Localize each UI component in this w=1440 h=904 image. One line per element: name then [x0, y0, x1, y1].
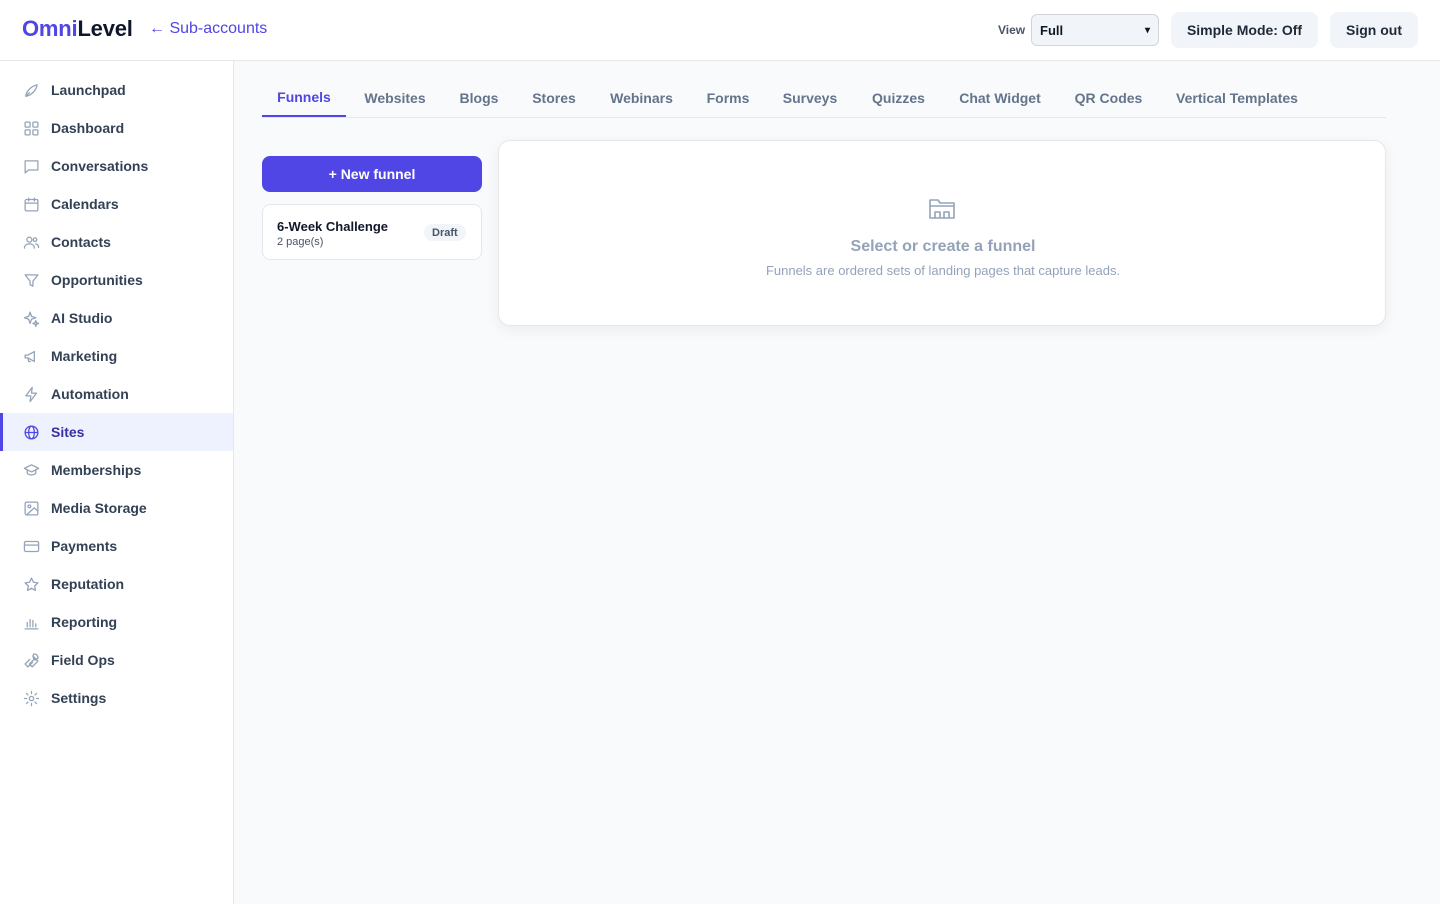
- sidebar-item-calendars[interactable]: Calendars: [0, 185, 233, 223]
- top-header: OmniLevel ← Sub-accounts View Full ▾ Sim…: [0, 0, 1440, 61]
- sidebar-item-opportunities[interactable]: Opportunities: [0, 261, 233, 299]
- brand-logo[interactable]: OmniLevel: [22, 16, 133, 42]
- sidebar-item-marketing[interactable]: Marketing: [0, 337, 233, 375]
- sidebar-item-automation[interactable]: Automation: [0, 375, 233, 413]
- sidebar-item-field-ops[interactable]: Field Ops: [0, 641, 233, 679]
- brand-logo-part1: Omni: [22, 16, 78, 41]
- gear-icon: [23, 690, 40, 707]
- sidebar-item-label: Marketing: [51, 348, 118, 364]
- wrench-icon: [24, 653, 39, 668]
- simple-mode-toggle[interactable]: Simple Mode: Off: [1171, 12, 1318, 48]
- sidebar-item-ai-studio[interactable]: AI Studio: [0, 299, 233, 337]
- status-badge: Draft: [424, 224, 466, 241]
- funnel-list-item[interactable]: 6-Week Challenge 2 page(s) Draft: [262, 204, 482, 260]
- view-label: View: [998, 23, 1026, 37]
- chevron-down-icon: ▾: [1144, 24, 1150, 36]
- sidebar-item-conversations[interactable]: Conversations: [0, 147, 233, 185]
- sidebar-item-label: Reputation: [51, 576, 125, 592]
- funnel-name: 6-Week Challenge: [277, 219, 389, 234]
- view-select-value: Full: [1040, 22, 1064, 38]
- sidebar-item-label: Dashboard: [51, 120, 125, 136]
- megaphone-icon: [24, 350, 35, 363]
- tab-webinars[interactable]: Webinars: [596, 78, 687, 118]
- tab-funnels[interactable]: Funnels: [262, 78, 346, 117]
- users-icon: [23, 236, 40, 249]
- empty-state-subtitle: Funnels are ordered sets of landing page…: [765, 263, 1121, 278]
- sparkles-icon: [23, 311, 40, 327]
- filter-icon: [24, 274, 39, 287]
- calendar-icon: [24, 197, 39, 212]
- empty-state-title: Select or create a funnel: [850, 238, 1036, 255]
- view-select[interactable]: Full ▾: [1031, 14, 1159, 46]
- sidebar-item-memberships[interactable]: Memberships: [0, 451, 233, 489]
- folder-icon: [929, 199, 955, 219]
- sidebar-item-media-storage[interactable]: Media Storage: [0, 489, 233, 527]
- credit-card-icon: [23, 540, 40, 553]
- back-to-sub-accounts-link[interactable]: ← Sub-accounts: [149, 20, 267, 38]
- sidebar-item-sites[interactable]: Sites: [0, 413, 233, 451]
- sidebar-item-label: AI Studio: [51, 310, 113, 326]
- sidebar-item-launchpad[interactable]: Launchpad: [0, 71, 233, 109]
- sidebar-item-label: Settings: [51, 690, 107, 706]
- tab-websites[interactable]: Websites: [352, 78, 438, 118]
- tab-quizzes[interactable]: Quizzes: [859, 78, 938, 118]
- chat-icon: [24, 160, 39, 174]
- sidebar-item-reporting[interactable]: Reporting: [0, 603, 233, 641]
- sidebar-item-payments[interactable]: Payments: [0, 527, 233, 565]
- sidebar-item-label: Field Ops: [51, 652, 115, 668]
- funnel-detail-panel: Select or create a funnel Funnels are or…: [498, 140, 1386, 326]
- bar-chart-icon: [24, 619, 39, 630]
- sidebar-item-label: Calendars: [51, 196, 119, 212]
- sidebar-item-reputation[interactable]: Reputation: [0, 565, 233, 603]
- sidebar-item-label: Automation: [51, 386, 129, 402]
- tab-surveys[interactable]: Surveys: [770, 78, 850, 118]
- new-funnel-button[interactable]: + New funnel: [262, 156, 482, 192]
- sidebar-item-label: Opportunities: [51, 272, 143, 288]
- star-icon: [24, 577, 39, 592]
- sidebar-item-label: Payments: [51, 538, 118, 554]
- sidebar-item-label: Launchpad: [51, 82, 126, 98]
- tab-stores[interactable]: Stores: [519, 78, 589, 118]
- grid-icon: [24, 121, 39, 136]
- sidebar: Launchpad Dashboard Conversations Calend…: [0, 61, 234, 904]
- sidebar-item-label: Media Storage: [51, 500, 147, 516]
- funnel-page-count: 2 page(s): [277, 236, 324, 248]
- tab-vertical-templates[interactable]: Vertical Templates: [1162, 78, 1312, 118]
- tab-blogs[interactable]: Blogs: [446, 78, 512, 118]
- tab-forms[interactable]: Forms: [694, 78, 762, 118]
- graduation-cap-icon: [23, 464, 40, 476]
- sidebar-item-dashboard[interactable]: Dashboard: [0, 109, 233, 147]
- sidebar-item-label: Memberships: [51, 462, 142, 478]
- tab-qr-codes[interactable]: QR Codes: [1062, 78, 1155, 118]
- sidebar-item-label: Reporting: [51, 614, 118, 630]
- globe-icon: [24, 425, 39, 440]
- brand-logo-part2: Level: [77, 16, 133, 41]
- image-icon: [24, 501, 39, 516]
- sidebar-item-label: Conversations: [51, 158, 149, 174]
- sign-out-button[interactable]: Sign out: [1330, 12, 1418, 48]
- sidebar-item-contacts[interactable]: Contacts: [0, 223, 233, 261]
- rocket-icon: [25, 84, 38, 97]
- sidebar-item-settings[interactable]: Settings: [0, 679, 233, 717]
- sites-tabs: Funnels Websites Blogs Stores Webinars F…: [262, 78, 1386, 118]
- sidebar-item-label: Sites: [51, 424, 85, 440]
- sidebar-item-label: Contacts: [51, 234, 111, 250]
- bolt-icon: [25, 386, 38, 403]
- tab-chat-widget[interactable]: Chat Widget: [945, 78, 1055, 118]
